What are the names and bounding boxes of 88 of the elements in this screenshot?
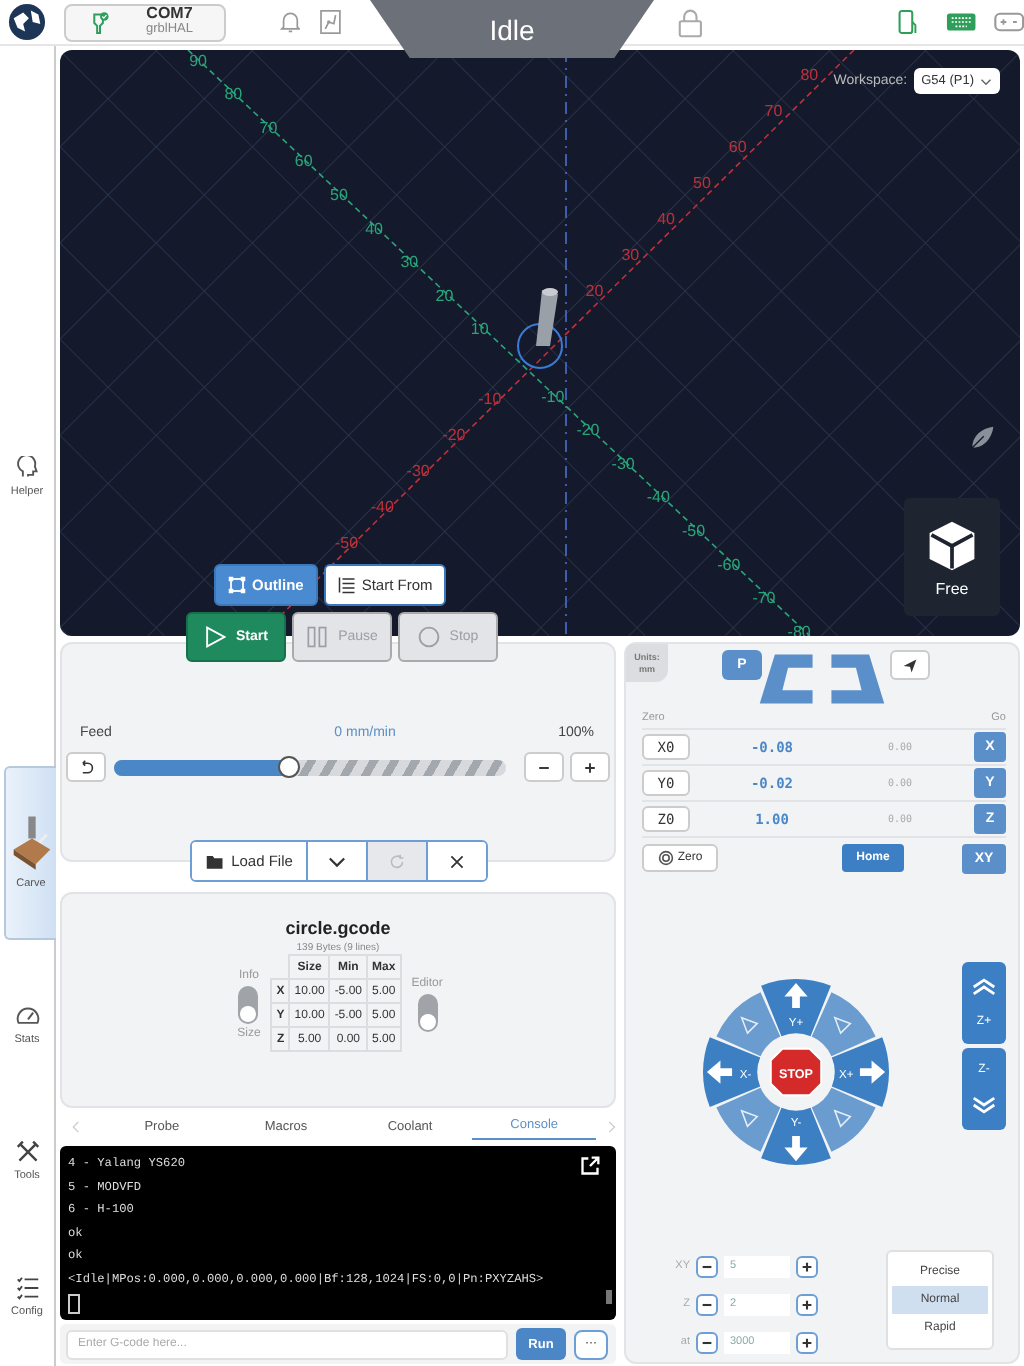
map-icon[interactable] <box>320 10 342 34</box>
plus-icon <box>800 1297 814 1311</box>
increase-button[interactable] <box>796 1331 818 1353</box>
axis-label: -40 <box>370 498 394 516</box>
undo-icon <box>78 759 94 775</box>
pause-icon <box>306 626 329 648</box>
plus-icon <box>800 1259 814 1273</box>
bracket-drawing <box>756 652 888 706</box>
usb-plug-icon <box>90 9 110 35</box>
axis-label: -30 <box>611 454 635 473</box>
cube-icon <box>924 517 980 573</box>
axis-label: -60 <box>717 555 741 574</box>
axis-label: 80 <box>224 85 243 104</box>
keyboard-icon[interactable] <box>945 10 976 34</box>
origin-circle <box>517 323 563 369</box>
axis-label: -10 <box>541 387 565 406</box>
axis-label: -30 <box>406 462 430 480</box>
editor-toggle[interactable] <box>417 994 438 1032</box>
text-cursor <box>68 1294 80 1314</box>
axis-label: -50 <box>682 522 706 540</box>
axis-label: 40 <box>365 219 383 238</box>
leaf-icon[interactable] <box>968 424 996 452</box>
chevron-down-icon <box>972 1096 996 1114</box>
axis-label: 40 <box>657 210 675 228</box>
increase-button[interactable] <box>796 1255 818 1277</box>
decrease-button[interactable] <box>696 1331 718 1353</box>
bell-icon[interactable] <box>279 10 301 34</box>
axis-label: 90 <box>189 51 207 70</box>
gamepad-icon[interactable] <box>993 10 1024 34</box>
close-button[interactable] <box>426 842 486 880</box>
checklist-icon <box>15 1276 39 1300</box>
decrease-button[interactable] <box>696 1255 718 1277</box>
jog-diagonal-button[interactable] <box>811 992 876 1057</box>
plus-icon <box>582 759 598 775</box>
axis-label: -10 <box>478 390 502 408</box>
machine-state: Idle <box>489 13 535 45</box>
plus-icon <box>800 1335 814 1349</box>
axis-label: -70 <box>752 589 776 608</box>
refresh-icon <box>388 853 406 869</box>
paper-plane-icon <box>902 657 918 673</box>
increase-button[interactable] <box>570 752 610 782</box>
tool-bit-drawing <box>536 288 558 346</box>
axis-label: 50 <box>693 174 711 192</box>
axis-label: 60 <box>294 152 313 171</box>
axis-label: 50 <box>330 186 348 204</box>
axis-label: 10 <box>470 320 489 339</box>
lock-icon[interactable] <box>677 7 703 37</box>
send-button[interactable] <box>890 650 930 680</box>
tools-icon <box>15 1140 39 1164</box>
list-icon <box>337 576 356 594</box>
chevron-up-icon <box>972 978 996 996</box>
axis-label: -50 <box>335 534 359 552</box>
increase-button[interactable] <box>796 1293 818 1315</box>
close-icon <box>448 853 466 869</box>
chevron-down-icon <box>980 77 992 85</box>
reset-button[interactable] <box>66 752 106 782</box>
stop-circle-icon <box>417 626 440 648</box>
globe-icon[interactable] <box>8 2 46 42</box>
axis-label: 60 <box>728 138 747 156</box>
axis-label: 70 <box>764 102 783 120</box>
port-name: COM7 <box>146 6 193 22</box>
decrease-button[interactable] <box>696 1293 718 1315</box>
jog-diagonal-button[interactable] <box>716 992 781 1057</box>
head-icon <box>15 456 39 480</box>
axis-label: 20 <box>585 282 604 300</box>
file-name: circle.gcode <box>285 918 391 938</box>
axis-label: -20 <box>576 421 600 440</box>
axis-label: 70 <box>259 118 278 137</box>
axis-label: -40 <box>646 488 670 507</box>
axis-label: 20 <box>435 286 454 305</box>
free-view-button[interactable]: Free <box>904 498 1000 616</box>
info-size-toggle[interactable] <box>238 986 259 1024</box>
carving-block-icon <box>9 816 53 872</box>
target-icon <box>657 850 674 866</box>
outline-icon <box>228 576 246 594</box>
jog-diagonal-button[interactable] <box>811 1087 876 1152</box>
folder-icon <box>205 853 224 869</box>
feed-slider[interactable] <box>114 759 506 775</box>
play-icon <box>204 626 227 648</box>
phone-icon[interactable] <box>898 8 918 36</box>
gauge-icon <box>15 1004 39 1028</box>
jog-diagonal-button[interactable] <box>716 1087 781 1152</box>
axis-label: 30 <box>621 246 640 264</box>
axis-label: -20 <box>442 426 466 444</box>
external-link-icon[interactable] <box>580 1156 600 1176</box>
axis-label: 30 <box>400 253 419 272</box>
axis-label: 80 <box>800 66 819 84</box>
chevron-down-icon <box>328 853 346 869</box>
